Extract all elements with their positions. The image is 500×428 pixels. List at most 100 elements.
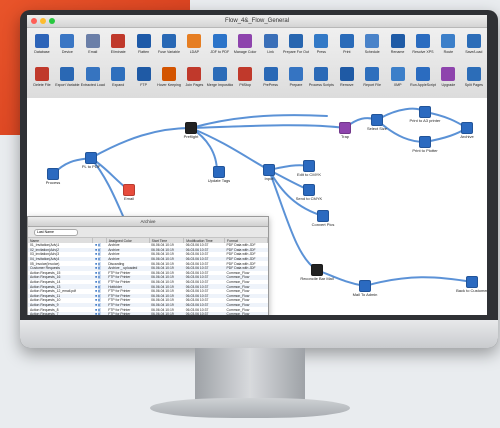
tool-label: Extracted Load bbox=[80, 83, 105, 87]
tool-button[interactable]: Flatten bbox=[131, 34, 157, 54]
tool-button[interactable]: Merge Impositions bbox=[207, 67, 233, 87]
tool-button[interactable]: Rename bbox=[385, 34, 411, 54]
tool-label: Link bbox=[267, 50, 274, 54]
tools-toolbar: Database Device Email Eliminate Flatten Fuse … bbox=[27, 28, 487, 99]
tool-button[interactable]: Eliminate bbox=[105, 34, 131, 54]
search-input[interactable]: Last Name bbox=[34, 229, 78, 236]
tool-button[interactable]: Process Scripts bbox=[308, 67, 334, 87]
tool-button[interactable]: Prepare bbox=[283, 67, 309, 87]
tool-label: Hover Keeping bbox=[157, 83, 181, 87]
flow-node[interactable]: Send to CMYK bbox=[289, 184, 329, 201]
flow-node[interactable]: Convert Pics bbox=[303, 210, 343, 227]
status-icon: ■ ◧ bbox=[94, 257, 102, 262]
tool-label: Resolve XPS bbox=[412, 50, 434, 54]
tool-button[interactable]: Schedule bbox=[359, 34, 385, 54]
tool-button[interactable]: LDAP bbox=[181, 34, 207, 54]
status-icon: ■ ◧ bbox=[94, 252, 102, 257]
flow-node[interactable]: Archive bbox=[447, 122, 487, 139]
tool-button[interactable]: Upgrade bbox=[435, 67, 461, 87]
tool-button[interactable]: Press bbox=[308, 34, 334, 54]
tool-button[interactable]: Run AppleScript bbox=[410, 67, 436, 87]
flow-node[interactable]: PL to PDF bbox=[71, 152, 111, 169]
tool-button[interactable]: Database bbox=[29, 34, 55, 54]
tool-button[interactable]: Fuse Variable bbox=[156, 34, 182, 54]
flow-node-label: Trap bbox=[340, 134, 350, 139]
tool-button[interactable]: Remove bbox=[334, 67, 360, 87]
tool-button[interactable]: Device bbox=[54, 34, 80, 54]
tool-button[interactable]: Hover Keeping bbox=[156, 67, 182, 87]
tool-label: Rename bbox=[390, 50, 405, 54]
table-cell: ■ ◧ bbox=[92, 311, 107, 315]
tool-button[interactable]: Extracted Load bbox=[80, 67, 106, 87]
tool-button[interactable]: Join Pages bbox=[181, 67, 207, 87]
flow-node[interactable]: Mail To Admin bbox=[345, 280, 385, 297]
tool-button[interactable]: XMP bbox=[385, 67, 411, 87]
tool-label: Split Pages bbox=[464, 83, 483, 87]
window-controls bbox=[31, 18, 55, 24]
tool-button[interactable]: Report File bbox=[359, 67, 385, 87]
tool-button[interactable]: Email bbox=[80, 34, 106, 54]
tool-icon bbox=[365, 67, 380, 81]
tool-button[interactable]: Print bbox=[334, 34, 360, 54]
tool-button[interactable]: Prepare For Output bbox=[283, 34, 309, 54]
tool-label: Manage Color bbox=[233, 50, 257, 54]
status-icon: ■ ◧ bbox=[94, 298, 102, 303]
tool-icon bbox=[466, 34, 481, 48]
flow-node-label: Reconcile Bar Mail bbox=[300, 276, 334, 281]
flow-node[interactable]: Input bbox=[249, 164, 289, 181]
tool-icon bbox=[212, 67, 227, 81]
monitor-stand-base bbox=[150, 398, 350, 418]
tool-button[interactable]: Link bbox=[258, 34, 284, 54]
tool-button[interactable]: PrePress bbox=[258, 67, 284, 87]
tool-button[interactable]: PitStop bbox=[232, 67, 258, 87]
tool-icon bbox=[289, 67, 303, 81]
tool-label: PrePress bbox=[263, 83, 278, 87]
tool-button[interactable]: Delete File bbox=[29, 67, 55, 87]
tool-button[interactable]: Save/Load bbox=[461, 34, 487, 54]
tool-icon bbox=[35, 67, 49, 81]
tool-button[interactable]: Route bbox=[435, 34, 461, 54]
tool-label: Prepare bbox=[289, 83, 303, 87]
flow-node[interactable]: Preflight bbox=[171, 122, 211, 139]
tool-button[interactable]: Expand bbox=[105, 67, 131, 87]
tool-icon bbox=[85, 34, 100, 48]
flow-node[interactable]: Update Tags bbox=[199, 166, 239, 183]
tool-button[interactable]: Split Pages bbox=[461, 67, 487, 87]
tool-button[interactable]: JDF to PDF bbox=[207, 34, 233, 54]
tool-label: JDF to PDF bbox=[210, 50, 230, 54]
flow-node-icon bbox=[311, 264, 323, 276]
tool-button[interactable]: Manage Color bbox=[232, 34, 258, 54]
tool-button[interactable]: FTP bbox=[131, 67, 157, 87]
table-row[interactable]: Action Requests_7 ■ ◧ FTP for Printer 06.06… bbox=[28, 311, 268, 315]
flow-node-label: Input bbox=[264, 176, 274, 181]
tool-label: Join Pages bbox=[185, 83, 204, 87]
status-icon: ■ ◧ bbox=[94, 266, 102, 271]
tool-icon bbox=[187, 34, 202, 48]
table-cell: FTP for Printer bbox=[106, 311, 150, 315]
flow-node[interactable]: Print to A3 printer bbox=[405, 106, 445, 123]
tool-button[interactable]: Resolve XPS bbox=[410, 34, 436, 54]
flow-node[interactable]: Print to Plotter bbox=[405, 136, 445, 153]
flow-node[interactable]: Email bbox=[109, 184, 149, 201]
tool-icon bbox=[238, 34, 253, 48]
flow-canvas[interactable]: Process PL to PDF Preflight Email Update Tag… bbox=[27, 98, 487, 315]
tool-button[interactable]: Export Variable bbox=[54, 67, 80, 87]
flow-node-icon bbox=[359, 280, 371, 292]
flow-node[interactable]: Select Size bbox=[357, 114, 397, 131]
flow-node[interactable]: Back to Customer bbox=[452, 276, 487, 293]
zoom-button[interactable] bbox=[49, 18, 55, 24]
connection[interactable] bbox=[190, 124, 346, 129]
close-button[interactable] bbox=[31, 18, 37, 24]
flow-node[interactable]: Reconcile Bar Mail bbox=[297, 264, 337, 281]
tool-icon bbox=[60, 34, 75, 48]
flow-node-icon bbox=[263, 164, 275, 176]
tool-icon bbox=[136, 67, 151, 81]
tool-label: Route bbox=[443, 50, 454, 54]
minimize-button[interactable] bbox=[40, 18, 46, 24]
flow-node[interactable]: Edit to CMYK bbox=[289, 160, 329, 177]
table-cell: Action Requests_7 bbox=[28, 311, 93, 315]
tool-label: Expand bbox=[112, 83, 125, 87]
flow-node[interactable]: Process bbox=[33, 168, 73, 185]
tool-label: Database bbox=[34, 50, 50, 54]
flow-node-icon bbox=[371, 114, 383, 126]
